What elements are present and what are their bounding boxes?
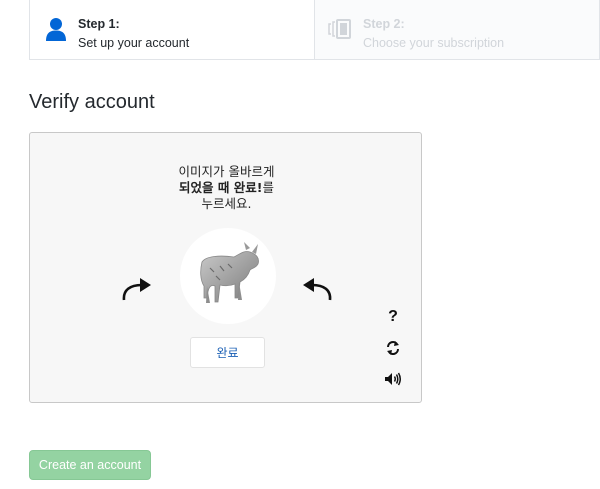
- step-1: Step 1: Set up your account: [30, 0, 315, 59]
- refresh-icon[interactable]: [382, 337, 404, 359]
- step-2-title: Step 2:: [363, 17, 405, 31]
- signup-steps: Step 1: Set up your account Step 2: Choo…: [29, 0, 600, 60]
- goat-image: [180, 228, 276, 324]
- captcha-panel: 이미지가 올바르게 되었을 때 완료!를 누르세요. 완료 ?: [29, 132, 422, 403]
- instruction-line-2: 되었을 때 완료!를: [30, 180, 423, 196]
- subscription-icon: [327, 15, 355, 43]
- help-icon[interactable]: ?: [382, 306, 404, 328]
- rotate-right-arrow-icon[interactable]: [300, 273, 334, 308]
- page-title: Verify account: [29, 91, 155, 113]
- speaker-icon[interactable]: [382, 368, 404, 390]
- done-button[interactable]: 완료: [190, 337, 265, 368]
- step-1-title: Step 1:: [78, 17, 120, 31]
- captcha-instructions: 이미지가 올바르게 되었을 때 완료!를 누르세요.: [30, 164, 423, 212]
- instruction-line-3: 누르세요.: [201, 196, 252, 211]
- instruction-bold: 되었을 때 완료!: [179, 180, 263, 195]
- person-icon: [42, 15, 70, 43]
- rotate-left-arrow-icon[interactable]: [120, 273, 154, 308]
- instruction-line-1: 이미지가 올바르게: [178, 164, 275, 179]
- step-2: Step 2: Choose your subscription: [315, 0, 599, 59]
- create-account-button[interactable]: Create an account: [29, 450, 151, 480]
- step-1-subtitle: Set up your account: [78, 36, 190, 50]
- instruction-rest: 를: [262, 180, 274, 195]
- step-2-subtitle: Choose your subscription: [363, 36, 505, 50]
